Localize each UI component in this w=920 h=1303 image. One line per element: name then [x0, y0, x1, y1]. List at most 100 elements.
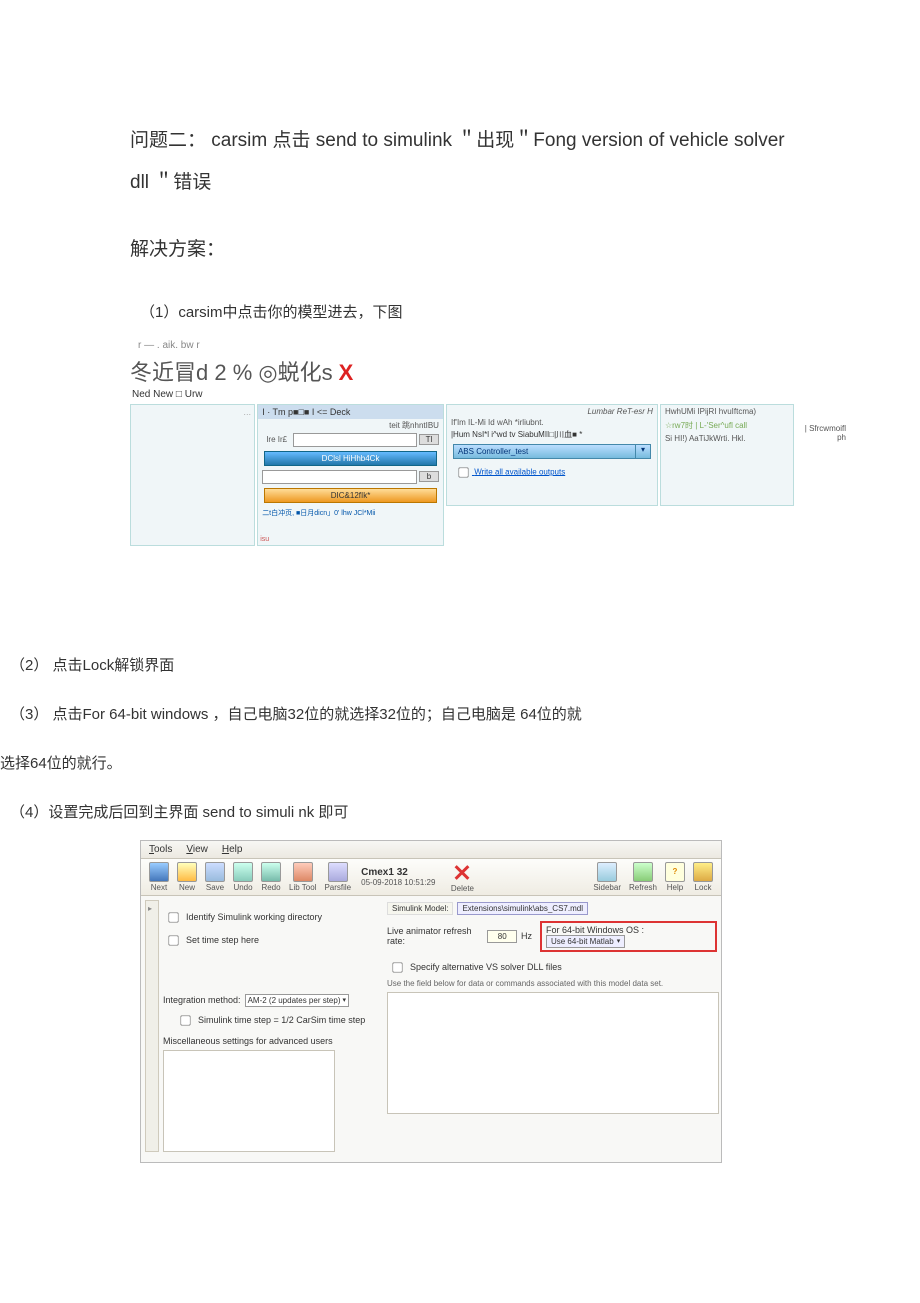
mid-corner: isu — [260, 536, 269, 543]
screenshot-1: 冬近冒d 2 % ◎蜕化s X Ned New □ Urw … I · Tm p… — [130, 355, 850, 546]
misc-label: Miscellaneous settings for advanced user… — [163, 1036, 383, 1046]
undo-button[interactable]: Undo — [229, 862, 257, 892]
save-button[interactable]: Save — [201, 862, 229, 892]
animator-row: Live animator refresh rate: 80 Hz For 64… — [387, 917, 717, 956]
step-3-cont: 选择64位的就行。 — [0, 752, 920, 773]
arrow-icon — [149, 862, 169, 882]
deco-text: 冬近冒d 2 % ◎蜕化s — [130, 355, 333, 387]
simulink-step-label: Simulink time step = 1/2 CarSim time ste… — [198, 1015, 365, 1025]
next-button[interactable]: Next — [145, 862, 173, 892]
identify-dir-checkbox[interactable] — [168, 912, 178, 922]
pane-middle: I · Tm p■□■ I <= Deck teit 跳nhntIBU Ire … — [257, 404, 444, 546]
mid-unit-2: b — [419, 471, 439, 482]
identify-dir-row: Identify Simulink working directory — [163, 906, 383, 929]
write-outputs-checkbox[interactable] — [458, 467, 468, 477]
identify-dir-label: Identify Simulink working directory — [186, 912, 322, 922]
pane-right: Lumbar ReT-esr H If'Im IL-Mi Id wAh *irl… — [446, 404, 658, 506]
os-label: For 64-bit Windows OS : — [546, 925, 644, 935]
step-1: （1）carsim中点击你的模型进去，下图 — [140, 301, 790, 322]
abs-controller-label: ABS Controller_test — [454, 445, 635, 458]
parsfile-icon — [328, 862, 348, 882]
simulink-model-value[interactable]: Extensions\simulink\abs_CS7.mdl — [457, 902, 588, 915]
toolbar: Next New Save Undo Redo Lib Tool Parsfil… — [141, 859, 721, 896]
mid-unit-1: Tl — [419, 434, 439, 445]
menu-help[interactable]: Help — [222, 844, 243, 855]
set-timestep-checkbox[interactable] — [168, 935, 178, 945]
right-pane: Simulink Model: Extensions\simulink\abs_… — [387, 900, 717, 1152]
mid-sublabel: teit 跳nhntIBU — [258, 419, 443, 432]
alt-dll-label: Specify alternative VS solver DLL files — [410, 962, 562, 972]
os-select-value: Use 64-bit Matlab — [551, 937, 614, 946]
chevron-down-icon: ▾ — [617, 937, 621, 945]
delete-button[interactable]: Delete — [441, 861, 483, 893]
integration-value: AM-2 (2 updates per step) — [248, 996, 341, 1005]
help-icon: ? — [665, 862, 685, 882]
simulink-step-row: Simulink time step = 1/2 CarSim time ste… — [163, 1009, 383, 1032]
lib-icon — [293, 862, 313, 882]
save-icon — [205, 862, 225, 882]
refresh-icon — [633, 862, 653, 882]
close-icon: X — [339, 360, 354, 386]
animator-label: Live animator refresh rate: — [387, 926, 483, 946]
animator-unit: Hz — [521, 931, 532, 941]
integration-label: Integration method: — [163, 995, 241, 1005]
write-outputs-label: Write all available outputs — [474, 467, 565, 476]
chevron-down-icon: ▾ — [343, 996, 347, 1004]
libtool-button[interactable]: Lib Tool — [285, 862, 320, 892]
help-button[interactable]: ?Help — [661, 862, 689, 892]
mid-button-orange[interactable]: DIC&12fIk* — [264, 488, 437, 503]
menu-view[interactable]: View — [186, 844, 208, 855]
cmex-info: Cmex1 32 05-09-2018 10:51:29 — [355, 867, 441, 887]
simulink-step-checkbox[interactable] — [180, 1015, 190, 1025]
step-2: （2） 点击Lock解锁界面 — [10, 654, 920, 675]
mid-footnote: 二t白冲页, ■日月dicn」0' lhw JCl*Mii — [258, 506, 443, 520]
new-button[interactable]: New — [173, 862, 201, 892]
step-4: （4）设置完成后回到主界面 send to simuli nk 即可 — [10, 801, 920, 822]
write-outputs-link[interactable]: Write all available outputs — [447, 461, 657, 484]
sidebar-collapsed[interactable] — [145, 900, 159, 1152]
mid-button-blue[interactable]: DClsl HiHhb4Ck — [264, 451, 437, 466]
sidebar-icon — [597, 862, 617, 882]
memo-textarea[interactable] — [387, 992, 719, 1114]
mid-field-1[interactable] — [293, 433, 417, 447]
lock-icon — [693, 862, 713, 882]
memo-note: Use the field below for data or commands… — [387, 979, 717, 988]
set-timestep-label: Set time step here — [186, 935, 259, 945]
integration-select[interactable]: AM-2 (2 updates per step) ▾ — [245, 994, 349, 1007]
pane-far-right: HwhUMi IPijRI hvuIftcma) ☆rw7时 | L-'Ser^… — [660, 404, 794, 506]
left-pane: Identify Simulink working directory Set … — [163, 900, 383, 1152]
misc-settings-box[interactable] — [163, 1050, 335, 1152]
subline-left: Ned New □ Urw — [132, 389, 203, 400]
os-select[interactable]: Use 64-bit Matlab ▾ — [546, 935, 625, 948]
sidebar-button[interactable]: Sidebar — [589, 862, 625, 892]
alt-dll-row: Specify alternative VS solver DLL files — [387, 956, 717, 979]
far-line-4: | Sfrcwmoifl ph — [796, 422, 850, 546]
delete-icon — [451, 861, 473, 883]
menu-tools[interactable]: TToolsools — [149, 844, 172, 855]
simulink-model-row: Simulink Model: Extensions\simulink\abs_… — [387, 900, 717, 917]
far-line-3: Si HI!) AaTiJkWrti. Hkl. — [661, 432, 749, 445]
far-line-1: HwhUMi IPijRI hvuIftcma) — [661, 405, 793, 418]
far-line-2: ☆rw7时 | L-'Ser^ufl call — [661, 418, 793, 433]
alt-dll-checkbox[interactable] — [392, 962, 402, 972]
right-line-2: |Hum NsI*l i^wd tv SiabuMII□|川血■ * — [447, 429, 657, 442]
right-line-1: If'Im IL-Mi Id wAh *irliubnt. — [447, 418, 657, 429]
screenshot-2: TToolsools View Help Next New Save Undo … — [140, 840, 722, 1163]
mid-row-label: Ire Ir£ — [262, 434, 291, 445]
new-icon — [177, 862, 197, 882]
cmex-title: Cmex1 32 — [361, 867, 435, 878]
redo-button[interactable]: Redo — [257, 862, 285, 892]
chevron-down-icon: ▾ — [635, 445, 650, 458]
pane-tree: … — [130, 404, 255, 546]
animator-rate-input[interactable]: 80 — [487, 930, 517, 943]
refresh-button[interactable]: Refresh — [625, 862, 661, 892]
menubar: TToolsools View Help — [141, 841, 721, 859]
redo-icon — [261, 862, 281, 882]
lock-button[interactable]: Lock — [689, 862, 717, 892]
problem-title: 问题二： carsim 点击 send to simulink ＂出现＂Fong… — [130, 120, 790, 204]
mid-field-2[interactable] — [262, 470, 417, 484]
abs-controller-dropdown[interactable]: ABS Controller_test ▾ — [453, 444, 651, 459]
cmex-timestamp: 05-09-2018 10:51:29 — [361, 878, 435, 887]
parsfile-button[interactable]: Parsfile — [320, 862, 355, 892]
solution-heading: 解决方案： — [130, 234, 790, 261]
